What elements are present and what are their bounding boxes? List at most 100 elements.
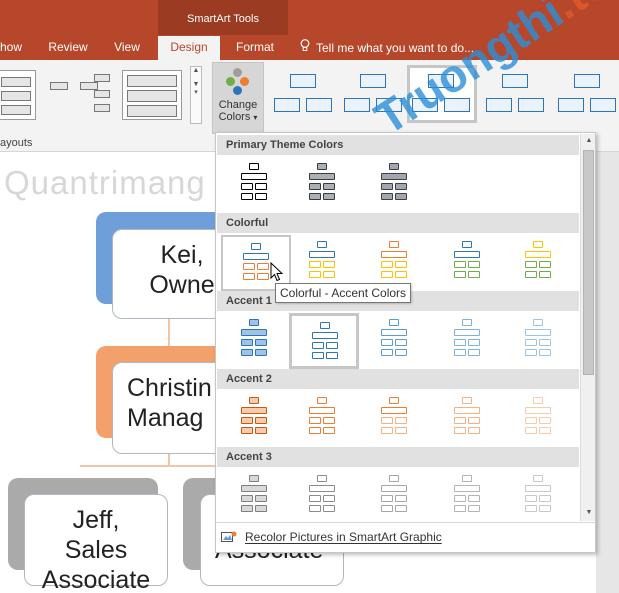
mini-node [381,407,407,414]
mini-node [255,183,267,190]
color-option-accent-1-3[interactable] [361,313,431,369]
tab-design[interactable]: Design [158,36,220,60]
color-option-accent-3-4[interactable] [434,469,504,525]
mini-node [323,495,335,502]
color-option-accent-1-2[interactable] [289,313,359,369]
mini-node [241,407,267,414]
mini-node [241,193,253,200]
mini-node [462,319,472,326]
mini-node [525,261,537,268]
color-option-accent-2-2[interactable] [289,391,359,447]
mini-node [525,505,537,512]
tab-format[interactable]: Format [224,36,286,60]
watermark-text: Quantrimang [4,164,206,201]
mini-node [525,329,551,336]
mini-node [468,427,480,434]
mini-node [381,349,393,356]
color-option-accent-1-5[interactable] [505,313,575,369]
tab-review[interactable]: Review [44,36,92,60]
color-option-colorful-4[interactable] [434,235,504,291]
mini-node [395,339,407,346]
mini-node [317,397,327,404]
mini-node [309,427,321,434]
color-option-accent-3-1[interactable] [221,469,291,525]
color-option-accent-2-1[interactable] [221,391,291,447]
mini-node [539,427,551,434]
smartart-tools-contextual-title: SmartArt Tools [158,0,288,35]
dropdown-scrollbar[interactable]: ▲ ▼ [580,134,595,521]
color-option-accent-2-3[interactable] [361,391,431,447]
mini-node [241,349,253,356]
change-colors-button[interactable]: Change Colors ▾ [212,62,264,134]
mini-node [381,251,407,258]
mini-node [395,495,407,502]
mini-node [454,339,466,346]
mini-node [539,261,551,268]
mini-node [395,261,407,268]
mini-node [241,417,253,424]
mini-node [381,173,407,180]
layouts-group-label: ayouts [0,137,33,149]
mini-node [323,427,335,434]
connector-line [168,318,170,348]
mini-node [454,417,466,424]
connector-line [168,452,170,466]
layout-thumb-3[interactable] [122,70,182,120]
mini-node [255,495,267,502]
mini-node [395,349,407,356]
color-option-accent-1-1[interactable] [221,313,291,369]
color-option-primary-theme-colors-2[interactable] [289,157,359,213]
mini-node [323,271,335,278]
mini-node [454,427,466,434]
mini-node [533,241,543,248]
scroll-up-arrow[interactable]: ▲ [581,134,595,148]
color-option-accent-1-4[interactable] [434,313,504,369]
mini-node [389,241,399,248]
tab-slideshow[interactable]: how [0,36,22,60]
mini-node [257,263,269,270]
layout-gallery-scroll[interactable]: ▲ ▼ ▾ [190,66,202,124]
mini-node [309,417,321,424]
section-header-accent-2: Accent 2 [217,369,579,389]
smartart-style-5[interactable] [556,68,619,120]
color-option-accent-3-3[interactable] [361,469,431,525]
change-colors-dropdown: Primary Theme Colors Colorful Accent 1 Acce… [215,132,596,553]
smartart-style-1[interactable] [272,68,336,120]
color-option-accent-3-2[interactable] [289,469,359,525]
color-option-accent-3-5[interactable] [505,469,575,525]
mini-node [323,417,335,424]
mini-node [255,339,267,346]
layout-thumb-1[interactable] [0,70,36,120]
recolor-pictures-item[interactable]: Recolor Pictures in SmartArt Graphic [221,527,442,547]
scroll-thumb[interactable] [583,150,594,375]
mini-node [454,349,466,356]
color-option-primary-theme-colors-1[interactable] [221,157,291,213]
mini-node [539,271,551,278]
tab-view[interactable]: View [104,36,150,60]
mini-node [533,397,543,404]
scroll-down-arrow[interactable]: ▼ [581,506,595,520]
mini-node [525,407,551,414]
layout-thumb-2[interactable] [50,70,114,120]
recolor-pictures-icon [221,530,237,544]
mini-node [381,193,393,200]
mini-node [381,427,393,434]
mini-node [454,495,466,502]
mini-node [381,495,393,502]
color-option-primary-theme-colors-3[interactable] [361,157,431,213]
mini-node [309,193,321,200]
mini-node [468,495,480,502]
mini-node [323,505,335,512]
mini-node [309,271,321,278]
color-option-accent-2-4[interactable] [434,391,504,447]
color-option-colorful-5[interactable] [505,235,575,291]
color-option-accent-2-5[interactable] [505,391,575,447]
associate-1-node[interactable]: Jeff, Sales Associate [24,494,168,593]
mini-node [454,407,480,414]
mini-node [389,475,399,482]
resize-grip[interactable]: ..... [396,547,412,552]
mini-node [309,173,335,180]
mini-node [249,163,259,170]
mini-node [317,475,327,482]
mini-node [323,193,335,200]
